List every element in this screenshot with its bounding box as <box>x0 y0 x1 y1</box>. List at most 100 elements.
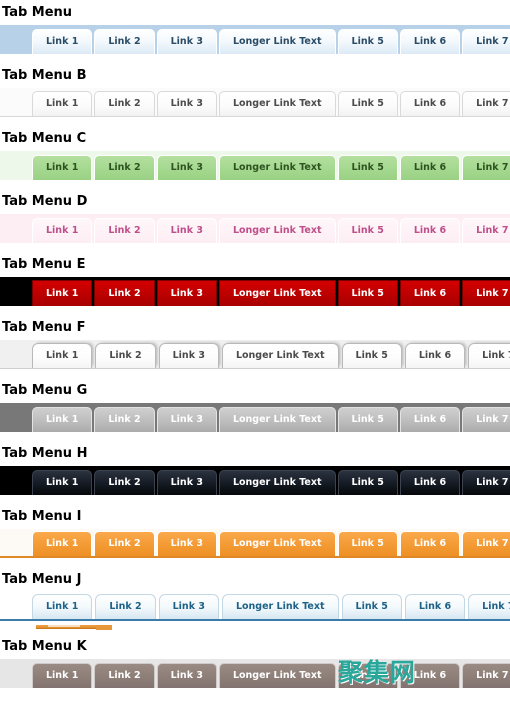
tab-item[interactable]: Longer Link Text <box>221 594 342 619</box>
tab-item[interactable]: Link 3 <box>156 91 219 116</box>
tab-item[interactable]: Link 1 <box>32 470 94 495</box>
tab-item[interactable]: Link 2 <box>94 29 156 54</box>
tab-link-4[interactable]: Longer Link Text <box>218 218 336 243</box>
tab-link-1[interactable]: Link 1 <box>32 29 93 54</box>
tab-item[interactable]: Link 2 <box>95 594 158 619</box>
tab-link-6[interactable]: Link 6 <box>399 531 461 556</box>
tab-link-7[interactable]: Link 7 <box>468 594 510 619</box>
tab-item[interactable]: Link 6 <box>399 91 462 116</box>
tab-link-1[interactable]: Link 1 <box>32 531 93 556</box>
tab-link-5[interactable]: Link 5 <box>341 343 402 368</box>
tab-link-2[interactable]: Link 2 <box>95 594 156 619</box>
tab-item[interactable]: Link 1 <box>32 280 94 306</box>
tab-item[interactable]: Link 1 <box>32 343 95 368</box>
tab-link-6[interactable]: Link 6 <box>399 470 461 495</box>
tab-item[interactable]: Link 5 <box>337 470 400 495</box>
tab-link-5[interactable]: Link 5 <box>337 91 398 116</box>
tab-link-7[interactable]: Link 7 <box>462 155 510 180</box>
tab-link-1[interactable]: Link 1 <box>32 280 93 306</box>
tab-link-7[interactable]: Link 7 <box>462 470 510 495</box>
tab-item[interactable]: Link 3 <box>156 407 219 432</box>
tab-item[interactable]: Link 7 <box>468 343 510 368</box>
tab-link-5[interactable]: Link 5 <box>337 280 398 306</box>
tab-item[interactable]: Link 5 <box>341 594 405 619</box>
tab-item[interactable]: Link 7 <box>462 407 510 432</box>
tab-item[interactable]: Link 6 <box>399 470 462 495</box>
tab-item[interactable]: Link 6 <box>399 531 462 556</box>
tab-item[interactable]: Link 2 <box>95 343 158 368</box>
tab-item[interactable]: Link 7 <box>468 594 510 619</box>
tab-link-1[interactable]: Link 1 <box>32 155 93 180</box>
tab-link-5[interactable]: Link 5 <box>337 155 398 180</box>
tab-link-6[interactable]: Link 6 <box>399 218 461 243</box>
tab-item[interactable]: Link 7 <box>462 91 510 116</box>
tab-item[interactable]: Link 2 <box>94 531 156 556</box>
tab-item[interactable]: Link 5 <box>341 343 405 368</box>
tab-link-4[interactable]: Longer Link Text <box>218 280 336 306</box>
tab-link-6[interactable]: Link 6 <box>399 407 461 432</box>
tab-link-3[interactable]: Link 3 <box>156 218 217 243</box>
tab-link-7[interactable]: Link 7 <box>462 663 510 688</box>
tab-item[interactable]: Link 6 <box>399 29 462 54</box>
tab-item[interactable]: Link 6 <box>399 218 462 243</box>
tab-link-5[interactable]: Link 5 <box>337 663 398 688</box>
tab-item[interactable]: Link 3 <box>156 470 219 495</box>
tab-link-2[interactable]: Link 2 <box>94 663 155 688</box>
tab-link-3[interactable]: Link 3 <box>158 343 219 368</box>
tab-link-2[interactable]: Link 2 <box>94 470 155 495</box>
tab-link-3[interactable]: Link 3 <box>156 531 217 556</box>
tab-link-2[interactable]: Link 2 <box>94 407 155 432</box>
tab-item[interactable]: Link 2 <box>94 218 156 243</box>
tab-item[interactable]: Link 1 <box>32 407 94 432</box>
tab-link-2[interactable]: Link 2 <box>94 155 155 180</box>
tab-item[interactable]: Link 6 <box>399 663 462 688</box>
tab-link-2[interactable]: Link 2 <box>94 280 155 306</box>
tab-link-4[interactable]: Longer Link Text <box>221 343 339 368</box>
tab-item[interactable]: Link 2 <box>94 470 156 495</box>
tab-item[interactable]: Link 2 <box>94 280 156 306</box>
tab-item[interactable]: Link 1 <box>32 218 94 243</box>
tab-item[interactable]: Link 5 <box>337 280 400 306</box>
tab-link-3[interactable]: Link 3 <box>156 470 217 495</box>
tab-item[interactable]: Link 6 <box>399 280 462 306</box>
tab-item[interactable]: Link 7 <box>462 280 510 306</box>
tab-item[interactable]: Link 3 <box>156 663 219 688</box>
tab-link-4[interactable]: Longer Link Text <box>218 407 336 432</box>
tab-link-5[interactable]: Link 5 <box>337 407 398 432</box>
tab-link-1[interactable]: Link 1 <box>32 218 93 243</box>
tab-link-2[interactable]: Link 2 <box>94 218 155 243</box>
tab-link-3[interactable]: Link 3 <box>156 280 217 306</box>
tab-item[interactable]: Link 3 <box>156 155 219 180</box>
tab-link-4[interactable]: Longer Link Text <box>221 594 339 619</box>
tab-link-1[interactable]: Link 1 <box>32 407 93 432</box>
tab-item[interactable]: Link 7 <box>462 29 510 54</box>
tab-link-4[interactable]: Longer Link Text <box>218 29 336 54</box>
tab-item[interactable]: Link 2 <box>94 155 156 180</box>
tab-link-4[interactable]: Longer Link Text <box>218 91 336 116</box>
tab-link-1[interactable]: Link 1 <box>32 343 93 368</box>
tab-link-3[interactable]: Link 3 <box>156 663 217 688</box>
tab-item[interactable]: Link 6 <box>399 407 462 432</box>
tab-link-6[interactable]: Link 6 <box>399 29 461 54</box>
tab-item[interactable]: Link 6 <box>399 155 462 180</box>
tab-item[interactable]: Link 5 <box>337 407 400 432</box>
tab-link-1[interactable]: Link 1 <box>32 663 93 688</box>
tab-item[interactable]: Link 1 <box>32 29 94 54</box>
tab-item[interactable]: Link 1 <box>32 663 94 688</box>
tab-item[interactable]: Link 5 <box>337 155 400 180</box>
tab-link-6[interactable]: Link 6 <box>404 594 466 619</box>
tab-link-1[interactable]: Link 1 <box>32 470 93 495</box>
tab-item[interactable]: Longer Link Text <box>218 280 338 306</box>
tab-item[interactable]: Link 7 <box>462 155 510 180</box>
tab-item[interactable]: Link 1 <box>32 155 94 180</box>
tab-link-5[interactable]: Link 5 <box>341 594 402 619</box>
tab-item[interactable]: Link 1 <box>32 531 94 556</box>
tab-item[interactable]: Link 6 <box>404 594 468 619</box>
tab-link-6[interactable]: Link 6 <box>399 280 461 306</box>
tab-item[interactable]: Link 3 <box>156 531 219 556</box>
tab-link-2[interactable]: Link 2 <box>94 531 155 556</box>
tab-link-3[interactable]: Link 3 <box>158 594 219 619</box>
tab-link-4[interactable]: Longer Link Text <box>218 531 336 556</box>
tab-link-7[interactable]: Link 7 <box>462 280 510 306</box>
tab-item[interactable]: Link 1 <box>32 594 95 619</box>
